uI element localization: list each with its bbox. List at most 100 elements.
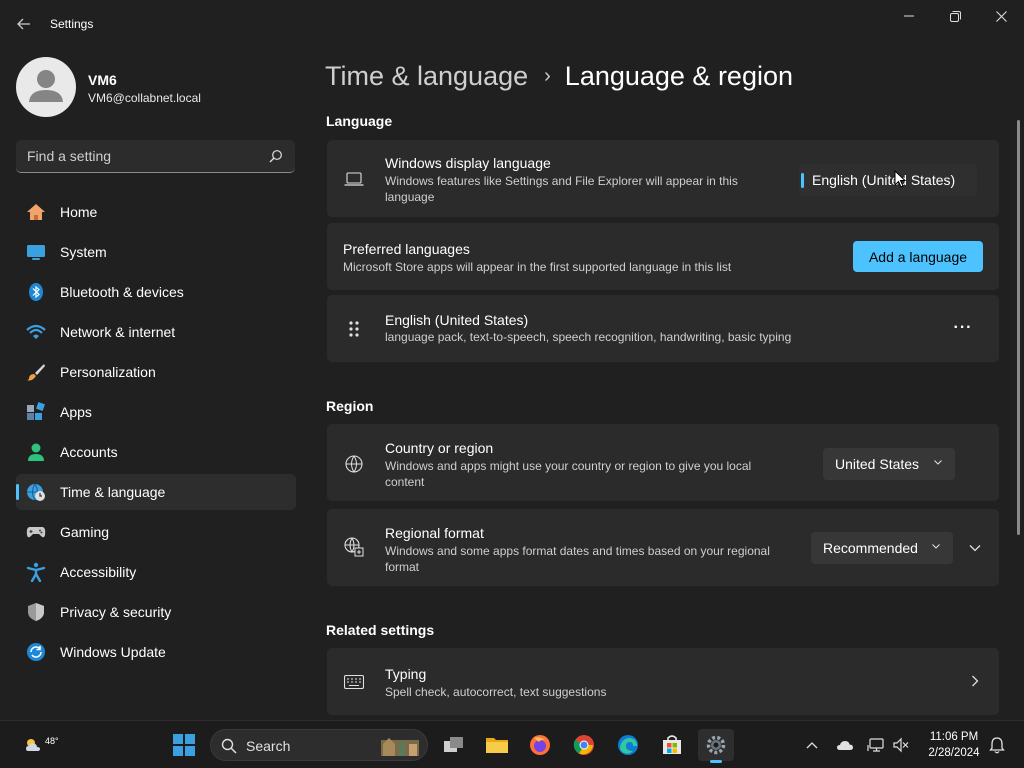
start-button[interactable] bbox=[166, 729, 202, 761]
typing-card[interactable]: Typing Spell check, autocorrect, text su… bbox=[327, 648, 999, 715]
breadcrumb-parent[interactable]: Time & language bbox=[325, 61, 528, 92]
cloud-icon bbox=[837, 741, 853, 750]
settings-gear-icon bbox=[706, 735, 726, 755]
preferred-languages-description: Microsoft Store apps will appear in the … bbox=[343, 260, 732, 274]
sidebar-item-label: Windows Update bbox=[60, 644, 166, 660]
breadcrumb-separator: › bbox=[544, 64, 551, 87]
taskbar-search-label: Search bbox=[246, 738, 291, 754]
display-language-dropdown[interactable]: English (United States) bbox=[799, 164, 977, 196]
minimize-button[interactable] bbox=[886, 0, 932, 32]
sidebar-item-accounts[interactable]: Accounts bbox=[16, 434, 296, 470]
country-region-title: Country or region bbox=[385, 440, 494, 456]
sidebar-item-label: Time & language bbox=[60, 484, 166, 500]
user-icon bbox=[29, 70, 63, 102]
bell-icon bbox=[989, 737, 1005, 754]
back-arrow-icon bbox=[17, 18, 30, 30]
sidebar-item-label: Gaming bbox=[60, 524, 110, 540]
drag-handle-icon[interactable] bbox=[344, 319, 364, 339]
chevron-down-icon bbox=[934, 460, 942, 465]
search-input[interactable] bbox=[16, 140, 261, 172]
search-icon bbox=[221, 738, 237, 754]
show-hidden-icons-button[interactable] bbox=[796, 729, 828, 761]
weather-icon bbox=[26, 739, 40, 751]
user-name: VM6 bbox=[88, 72, 117, 88]
notifications-button[interactable] bbox=[982, 729, 1012, 761]
display-language-description: Windows features like Settings and File … bbox=[385, 174, 738, 204]
display-language-value: English (United States) bbox=[812, 172, 956, 188]
update-icon bbox=[26, 642, 46, 662]
shield-icon bbox=[26, 602, 46, 622]
country-region-description: Windows and apps might use your country … bbox=[385, 459, 752, 489]
user-profile[interactable]: VM6 VM6@collabnet.local bbox=[16, 57, 296, 117]
windows-logo-icon bbox=[173, 734, 195, 756]
page-title: Language & region bbox=[564, 60, 793, 91]
sidebar-item-apps[interactable]: Apps bbox=[16, 394, 296, 430]
brush-icon bbox=[26, 362, 46, 382]
avatar bbox=[16, 57, 76, 117]
file-explorer-button[interactable] bbox=[479, 729, 515, 761]
sidebar-item-privacy[interactable]: Privacy & security bbox=[16, 594, 296, 630]
sidebar-item-accessibility[interactable]: Accessibility bbox=[16, 554, 296, 590]
sidebar-item-system[interactable]: System bbox=[16, 234, 296, 270]
restore-icon bbox=[949, 10, 961, 22]
close-icon bbox=[995, 10, 1007, 22]
chrome-button[interactable] bbox=[566, 729, 602, 761]
typing-title: Typing bbox=[385, 666, 427, 682]
sidebar-item-network[interactable]: Network & internet bbox=[16, 314, 296, 350]
country-region-value: United States bbox=[835, 456, 920, 472]
keyboard-icon bbox=[344, 672, 364, 692]
display-language-title: Windows display language bbox=[385, 155, 551, 171]
country-region-card: Country or region Windows and apps might… bbox=[327, 424, 999, 501]
breadcrumb: Time & language › Language & region bbox=[325, 58, 793, 94]
sidebar-item-gaming[interactable]: Gaming bbox=[16, 514, 296, 550]
sidebar-item-label: Network & internet bbox=[60, 324, 176, 340]
country-region-dropdown[interactable]: United States bbox=[823, 448, 955, 480]
scrollbar[interactable] bbox=[1017, 120, 1020, 535]
installed-language-card[interactable]: English (United States) language pack, t… bbox=[327, 295, 999, 362]
regional-format-card[interactable]: Regional format Windows and some apps fo… bbox=[327, 509, 999, 586]
user-email: VM6@collabnet.local bbox=[88, 91, 201, 105]
taskbar-search[interactable]: Search bbox=[210, 729, 428, 761]
more-options-button[interactable]: ··· bbox=[948, 313, 978, 343]
regional-format-description: Windows and some apps format dates and t… bbox=[385, 544, 770, 574]
sidebar-item-label: Home bbox=[60, 204, 98, 220]
focus-indicator bbox=[801, 173, 804, 188]
onedrive-button[interactable] bbox=[829, 729, 861, 761]
sidebar-item-windows-update[interactable]: Windows Update bbox=[16, 634, 296, 670]
search-highlight-icon bbox=[381, 738, 419, 756]
edge-button[interactable] bbox=[610, 729, 646, 761]
weather-temperature: 48° bbox=[45, 736, 59, 746]
search-icon[interactable] bbox=[269, 149, 283, 163]
mouse-cursor-icon bbox=[894, 170, 906, 188]
store-button[interactable] bbox=[654, 729, 690, 761]
back-button[interactable] bbox=[12, 10, 36, 38]
home-icon bbox=[26, 202, 46, 222]
accounts-icon bbox=[26, 442, 46, 462]
sidebar-item-label: Bluetooth & devices bbox=[60, 284, 184, 300]
sidebar-item-bluetooth[interactable]: Bluetooth & devices bbox=[16, 274, 296, 310]
sidebar-item-time-language[interactable]: Time & language bbox=[16, 474, 296, 510]
task-view-button[interactable] bbox=[436, 729, 472, 761]
add-language-button[interactable]: Add a language bbox=[853, 241, 983, 272]
chevron-down-icon bbox=[932, 544, 940, 549]
preferred-languages-card: Preferred languages Microsoft Store apps… bbox=[327, 223, 999, 290]
app-title: Settings bbox=[50, 17, 94, 31]
volume-button[interactable] bbox=[885, 729, 917, 761]
weather-widget[interactable]: 48° bbox=[14, 729, 59, 761]
edge-icon bbox=[618, 735, 638, 755]
expand-chevron-icon[interactable] bbox=[969, 543, 981, 553]
settings-taskbar-button[interactable] bbox=[698, 729, 734, 763]
regional-format-dropdown[interactable]: Recommended bbox=[811, 532, 953, 564]
regional-format-icon bbox=[344, 537, 364, 557]
firefox-button[interactable] bbox=[522, 729, 558, 761]
taskbar-clock[interactable]: 11:06 PM 2/28/2024 bbox=[918, 729, 990, 761]
restore-button[interactable] bbox=[932, 0, 978, 32]
bluetooth-icon bbox=[26, 282, 46, 302]
sidebar-item-label: Accessibility bbox=[60, 564, 137, 580]
close-button[interactable] bbox=[978, 0, 1024, 32]
chrome-icon bbox=[573, 735, 594, 755]
regional-format-title: Regional format bbox=[385, 525, 484, 541]
sidebar-item-home[interactable]: Home bbox=[16, 194, 296, 230]
sidebar-item-personalization[interactable]: Personalization bbox=[16, 354, 296, 390]
task-view-icon bbox=[444, 737, 463, 752]
